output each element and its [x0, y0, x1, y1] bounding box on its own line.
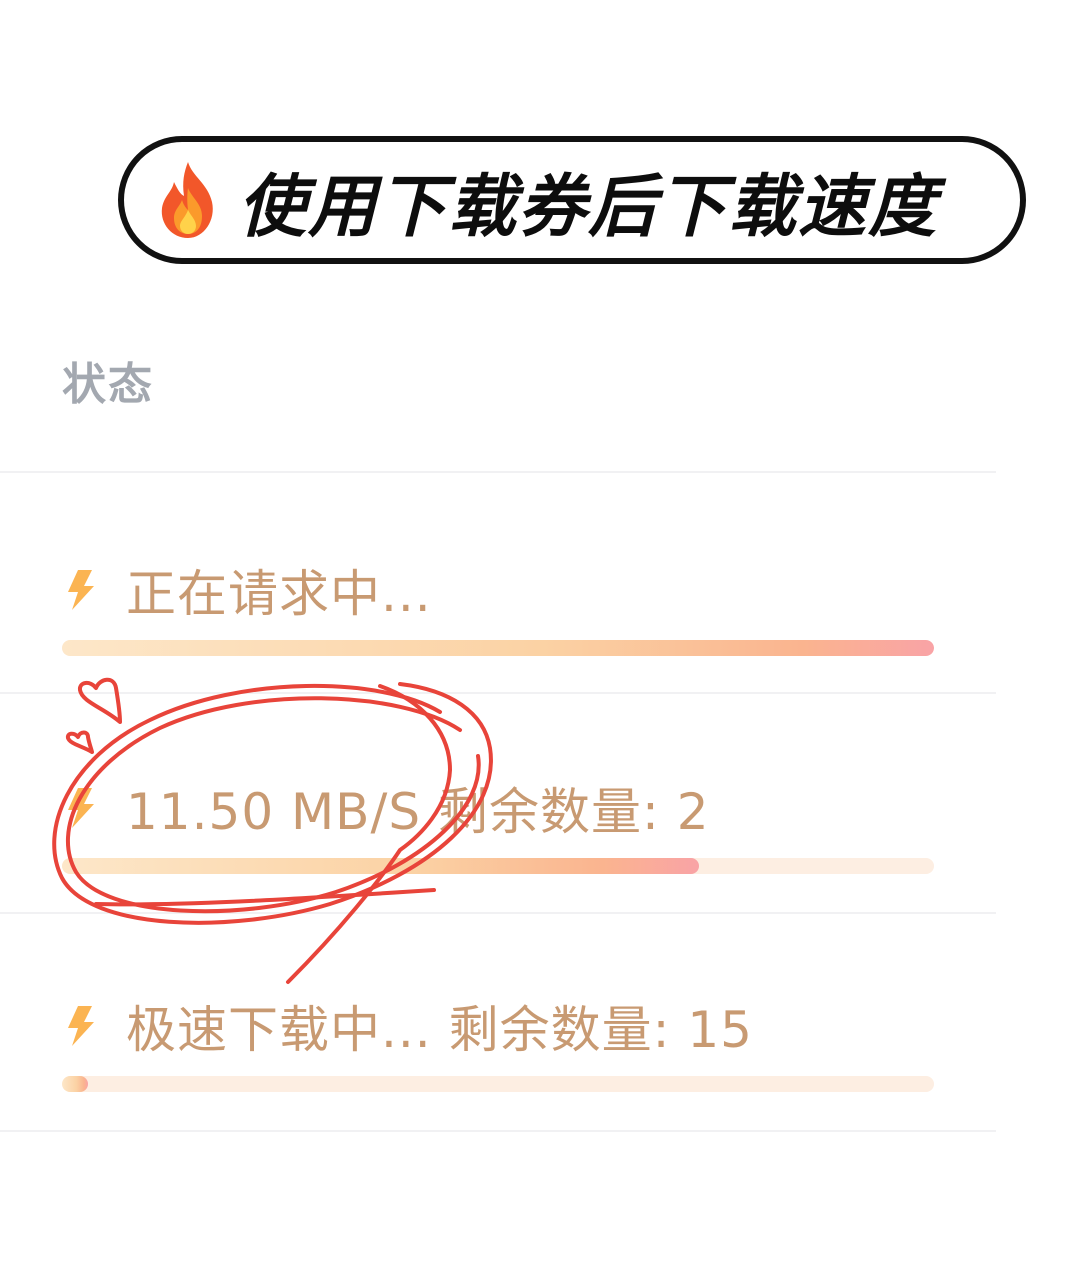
download-row-speed: 11.50 MB/S 剩余数量: 2: [62, 778, 710, 841]
flame-icon: [161, 162, 213, 238]
progress-bar: [62, 1076, 934, 1092]
row-status-label: 11.50 MB/S 剩余数量: 2: [126, 783, 710, 841]
lightning-bolt-icon: [68, 570, 94, 610]
progress-fill: [62, 1076, 89, 1092]
row-status-label: 极速下载中... 剩余数量: 15: [126, 1001, 753, 1059]
title-banner: 使用下载券后下载速度: [118, 136, 1026, 264]
heart-doodle-icon: [65, 677, 122, 754]
divider: [0, 692, 996, 694]
divider: [0, 471, 996, 473]
lightning-bolt-icon: [68, 788, 94, 828]
progress-fill: [62, 640, 934, 656]
download-row-fast: 极速下载中... 剩余数量: 15: [62, 996, 753, 1059]
progress-bar: [62, 640, 934, 656]
download-row-requesting: 正在请求中...: [62, 560, 432, 623]
row-status-label: 正在请求中...: [126, 565, 432, 623]
progress-bar: [62, 858, 934, 874]
column-header-status: 状态: [62, 359, 154, 410]
lightning-bolt-icon: [68, 1006, 94, 1046]
divider: [0, 912, 996, 914]
banner-title: 使用下载券后下载速度: [238, 167, 939, 247]
progress-fill: [62, 858, 699, 874]
divider: [0, 1130, 996, 1132]
